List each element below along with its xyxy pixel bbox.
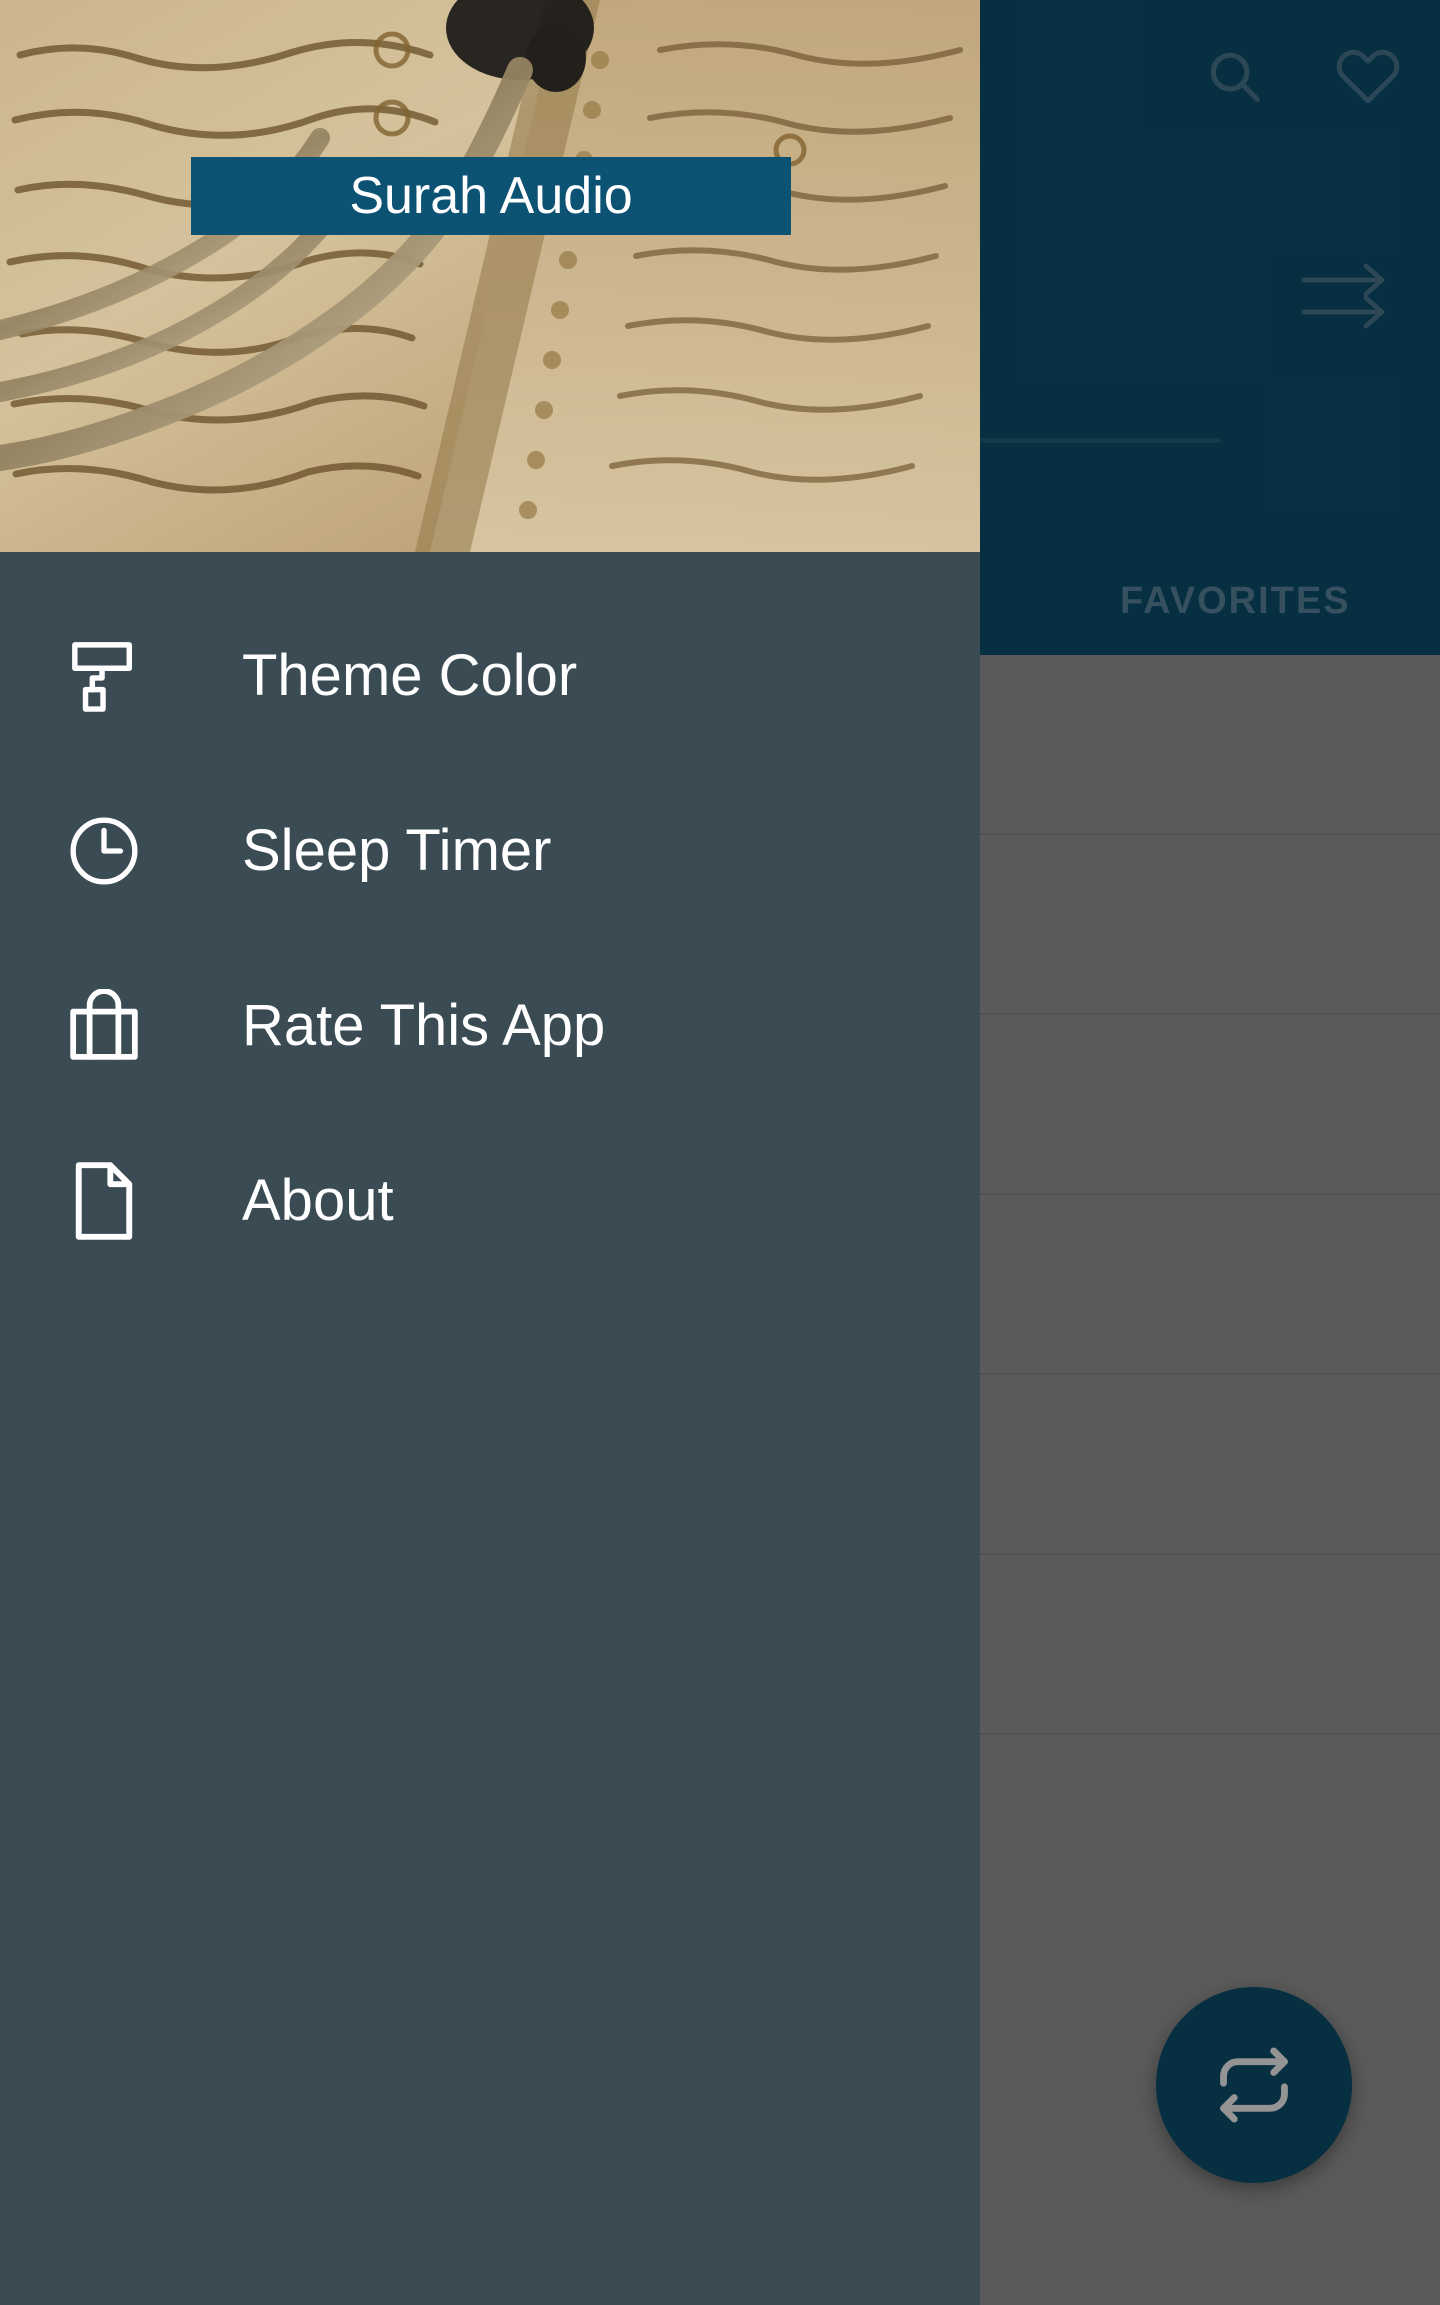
paint-roller-icon bbox=[62, 634, 146, 718]
drawer-item-label: Rate This App bbox=[242, 993, 606, 1058]
drawer-item-rate-this-app[interactable]: Rate This App bbox=[0, 938, 980, 1113]
drawer-item-about[interactable]: About bbox=[0, 1113, 980, 1288]
drawer-item-label: Sleep Timer bbox=[242, 818, 552, 883]
drawer-menu: Theme Color Sleep Timer Rate This App Ab… bbox=[0, 552, 980, 1288]
drawer-item-theme-color[interactable]: Theme Color bbox=[0, 588, 980, 763]
drawer-header: Surah Audio bbox=[0, 0, 980, 552]
quran-header-image bbox=[0, 0, 980, 552]
drawer-title-chip: Surah Audio bbox=[191, 157, 791, 235]
shopping-bag-icon bbox=[62, 984, 146, 1068]
clock-icon bbox=[62, 809, 146, 893]
drawer-item-label: Theme Color bbox=[242, 643, 578, 708]
drawer-item-sleep-timer[interactable]: Sleep Timer bbox=[0, 763, 980, 938]
drawer-title: Surah Audio bbox=[349, 167, 633, 225]
document-icon bbox=[62, 1159, 146, 1243]
drawer-item-label: About bbox=[242, 1168, 394, 1233]
navigation-drawer: Surah Audio Theme Color Sleep Timer Rate… bbox=[0, 0, 980, 2305]
